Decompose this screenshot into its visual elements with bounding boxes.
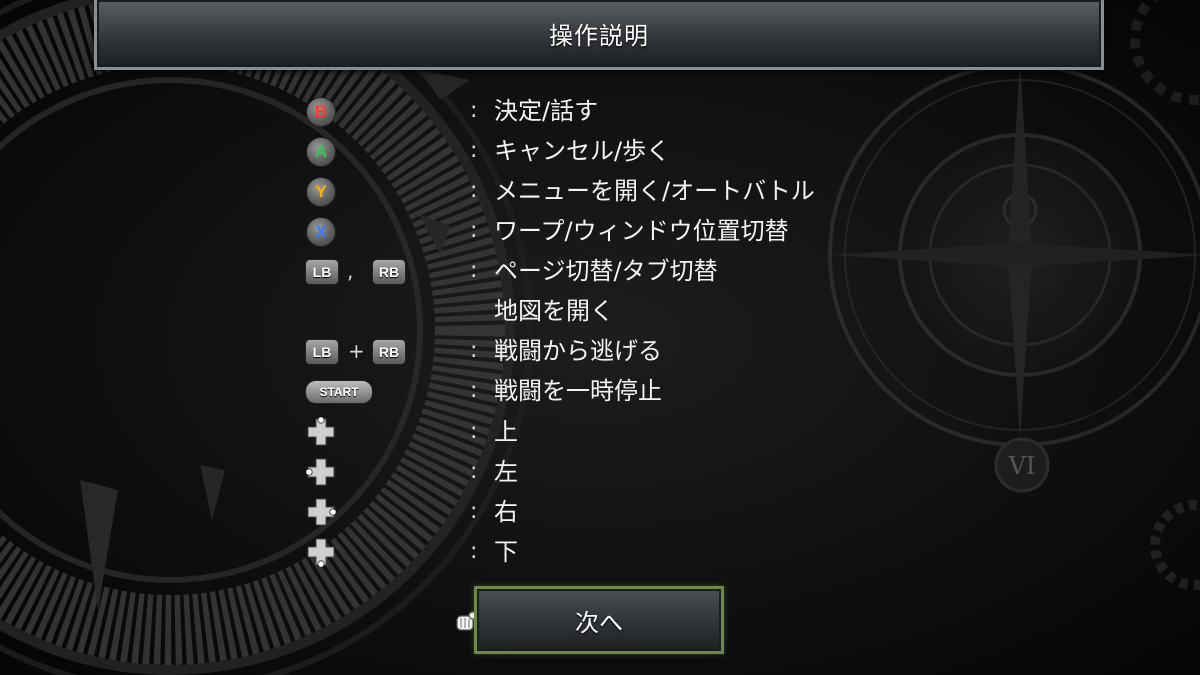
- control-description: 戦闘から逃げる: [494, 337, 662, 365]
- control-buttons: B: [300, 92, 460, 130]
- control-buttons: LB, RB: [300, 252, 460, 290]
- control-row: :下: [300, 533, 900, 571]
- control-buttons: START: [300, 372, 460, 410]
- control-description: 地図を開く: [494, 297, 614, 325]
- control-colon: :: [470, 338, 478, 363]
- b-button-icon: B: [306, 97, 336, 127]
- button-separator: ,: [347, 259, 354, 283]
- control-row: A: キャンセル/歩く: [300, 132, 900, 170]
- control-row: B: 決定/話す: [300, 92, 900, 130]
- dpad-up-icon: [307, 417, 335, 446]
- control-row: :上: [300, 413, 900, 451]
- next-button-label: 次へ: [575, 608, 623, 637]
- control-colon: :: [470, 499, 478, 524]
- control-colon: :: [470, 138, 478, 163]
- rb-button-icon: RB: [372, 339, 406, 365]
- control-buttons: [300, 493, 460, 531]
- control-description: 上: [494, 418, 518, 446]
- next-button[interactable]: 次へ: [474, 586, 724, 654]
- control-row-continuation: 地図を開く: [300, 292, 900, 330]
- dpad-left-icon: [306, 458, 335, 486]
- rb-button-icon: RB: [372, 259, 406, 285]
- button-separator: +: [348, 339, 365, 363]
- control-row: :左: [300, 453, 900, 491]
- dpad-down-icon: [307, 538, 335, 567]
- start-button-icon: START: [305, 380, 373, 404]
- control-description: 下: [494, 538, 518, 566]
- control-colon: :: [470, 98, 478, 123]
- control-row: START: 戦闘を一時停止: [300, 372, 900, 410]
- control-description: 戦闘を一時停止: [494, 377, 662, 405]
- control-colon: :: [470, 539, 478, 564]
- dpad-right-icon: [307, 498, 336, 526]
- control-row: X: ワープ/ウィンドウ位置切替: [300, 212, 900, 250]
- control-buttons: [300, 533, 460, 571]
- lb-button-icon: LB: [305, 259, 339, 285]
- control-row: LB, RB: ページ切替/タブ切替: [300, 252, 900, 290]
- control-buttons: A: [300, 132, 460, 170]
- a-button-icon: A: [306, 137, 336, 167]
- control-description: メニューを開く/オートバトル: [494, 177, 815, 205]
- control-buttons: [300, 453, 460, 491]
- control-description: ページ切替/タブ切替: [494, 257, 718, 285]
- control-colon: :: [470, 378, 478, 403]
- control-description: 決定/話す: [494, 97, 599, 125]
- control-row: Y: メニューを開く/オートバトル: [300, 172, 900, 210]
- control-description: キャンセル/歩く: [494, 137, 671, 165]
- controls-list: B: 決定/話す A: キャンセル/歩く Y: メニューを開く/オートバトル X: ワープ/ウ…: [0, 0, 1200, 675]
- lb-button-icon: LB: [305, 339, 339, 365]
- control-description: 右: [494, 498, 518, 526]
- control-buttons: Y: [300, 172, 460, 210]
- control-colon: :: [470, 258, 478, 283]
- control-buttons: X: [300, 212, 460, 250]
- control-colon: :: [470, 178, 478, 203]
- control-colon: :: [470, 218, 478, 243]
- control-row: :右: [300, 493, 900, 531]
- control-colon: :: [470, 419, 478, 444]
- control-row: LB + RB: 戦闘から逃げる: [300, 332, 900, 370]
- control-colon: :: [470, 459, 478, 484]
- control-description: 左: [494, 458, 518, 486]
- control-buttons: LB + RB: [300, 332, 460, 370]
- control-description: ワープ/ウィンドウ位置切替: [494, 217, 789, 245]
- x-button-icon: X: [306, 217, 336, 247]
- y-button-icon: Y: [306, 177, 336, 207]
- control-buttons: [300, 413, 460, 451]
